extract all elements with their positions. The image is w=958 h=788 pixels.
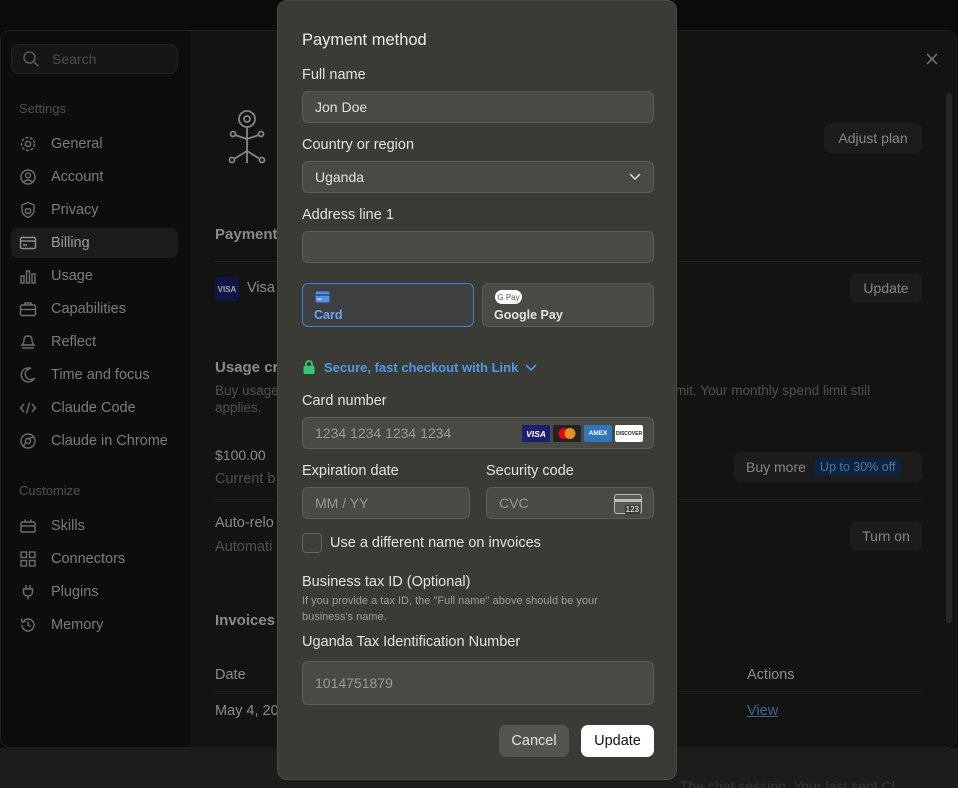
security-code-input[interactable]: CVC 123 bbox=[486, 487, 654, 519]
cvc-digits: 123 bbox=[624, 505, 640, 514]
link-checkout-text: Secure, fast checkout with Link bbox=[324, 360, 519, 375]
card-number-placeholder: 1234 1234 1234 1234 bbox=[315, 425, 452, 441]
mastercard-icon bbox=[553, 425, 581, 442]
link-checkout-toggle[interactable]: Secure, fast checkout with Link bbox=[302, 360, 537, 375]
card-icon bbox=[315, 291, 330, 303]
tax-id-label: Business tax ID (Optional) bbox=[302, 574, 471, 590]
card-brand-logos: VISA AMEX DISCOVER bbox=[522, 425, 643, 442]
tab-google-pay-label: Google Pay bbox=[494, 308, 563, 322]
chevron-down-icon bbox=[629, 173, 641, 181]
full-name-input[interactable]: Jon Doe bbox=[302, 91, 654, 123]
chevron-down-icon bbox=[525, 363, 537, 371]
google-pay-icon: G Pay bbox=[495, 290, 522, 304]
cancel-button[interactable]: Cancel bbox=[499, 725, 569, 757]
different-name-label: Use a different name on invoices bbox=[330, 535, 541, 551]
expiration-input[interactable]: MM / YY bbox=[302, 487, 470, 519]
payment-method-dialog: Payment method Full name Jon Doe Country… bbox=[277, 0, 677, 780]
cvc-card-icon: 123 bbox=[614, 494, 642, 514]
expiration-label: Expiration date bbox=[302, 463, 399, 479]
country-select[interactable]: Uganda bbox=[302, 161, 654, 193]
address-input[interactable] bbox=[302, 231, 654, 263]
tab-card-label: Card bbox=[314, 308, 343, 322]
tin-input[interactable]: 1014751879 bbox=[302, 661, 654, 705]
tax-id-help-text: If you provide a tax ID, the "Full name"… bbox=[302, 595, 598, 623]
full-name-label: Full name bbox=[302, 67, 366, 83]
tab-google-pay[interactable]: G Pay Google Pay bbox=[482, 283, 654, 327]
address-label: Address line 1 bbox=[302, 207, 394, 223]
country-label: Country or region bbox=[302, 137, 415, 153]
tab-card[interactable]: Card bbox=[302, 283, 474, 327]
amex-icon: AMEX bbox=[584, 425, 612, 442]
card-number-label: Card number bbox=[302, 393, 387, 409]
dialog-title: Payment method bbox=[302, 31, 427, 49]
cvc-placeholder: CVC bbox=[499, 495, 529, 511]
different-name-checkbox[interactable] bbox=[302, 533, 322, 553]
tin-label: Uganda Tax Identification Number bbox=[302, 634, 521, 650]
update-button[interactable]: Update bbox=[581, 725, 654, 757]
visa-icon: VISA bbox=[522, 425, 550, 442]
security-code-label: Security code bbox=[486, 463, 574, 479]
country-value: Uganda bbox=[315, 169, 365, 185]
card-number-input[interactable]: 1234 1234 1234 1234 VISA AMEX DISCOVER bbox=[302, 417, 654, 449]
lock-icon bbox=[303, 360, 315, 374]
discover-icon: DISCOVER bbox=[615, 425, 643, 442]
